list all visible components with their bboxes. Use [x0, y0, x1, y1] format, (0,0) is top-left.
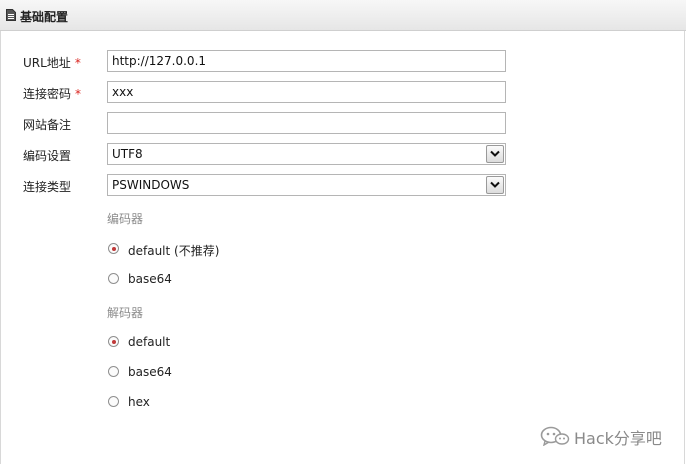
note-input[interactable] — [107, 112, 506, 134]
wechat-icon — [540, 426, 570, 446]
conn-type-select[interactable]: PSWINDOWS — [107, 174, 506, 196]
radio-button[interactable] — [108, 366, 119, 377]
encoding-label: 编码设置 — [23, 149, 72, 163]
panel-border-left — [0, 31, 1, 464]
password-input[interactable]: xxx — [107, 81, 506, 103]
radio-label: base64 — [128, 365, 172, 379]
dropdown-button[interactable] — [486, 176, 504, 194]
radio-button[interactable] — [108, 273, 119, 284]
radio-label: default — [128, 335, 171, 349]
password-input-value: xxx — [112, 85, 134, 99]
required-mark: * — [75, 87, 82, 101]
document-icon — [6, 9, 16, 21]
radio-button[interactable] — [108, 396, 119, 407]
panel-title: 基础配置 — [20, 10, 69, 24]
url-input-value: http://127.0.0.1 — [112, 54, 207, 68]
panel-border-right — [684, 31, 685, 464]
panel-header: 基础配置 — [0, 0, 686, 31]
note-label: 网站备注 — [23, 118, 72, 132]
chevron-down-icon — [490, 150, 500, 157]
conn-type-select-value: PSWINDOWS — [112, 178, 190, 192]
required-mark: * — [74, 56, 81, 70]
radio-button[interactable] — [108, 243, 119, 254]
url-label: URL地址 * — [23, 56, 81, 70]
encoder-section-title: 编码器 — [107, 212, 144, 226]
decoder-section-title: 解码器 — [107, 306, 144, 320]
chevron-down-icon — [490, 181, 500, 188]
radio-label: hex — [128, 395, 150, 409]
url-input[interactable]: http://127.0.0.1 — [107, 50, 506, 72]
encoding-select-value: UTF8 — [112, 147, 143, 161]
dropdown-button[interactable] — [486, 145, 504, 163]
radio-label: base64 — [128, 272, 172, 286]
conn-type-label: 连接类型 — [23, 180, 72, 194]
radio-button[interactable] — [108, 336, 119, 347]
radio-label: default (不推荐) — [128, 244, 220, 258]
password-label: 连接密码 * — [23, 87, 82, 101]
watermark-text: Hack分享吧 — [574, 429, 662, 448]
encoding-select[interactable]: UTF8 — [107, 143, 506, 165]
